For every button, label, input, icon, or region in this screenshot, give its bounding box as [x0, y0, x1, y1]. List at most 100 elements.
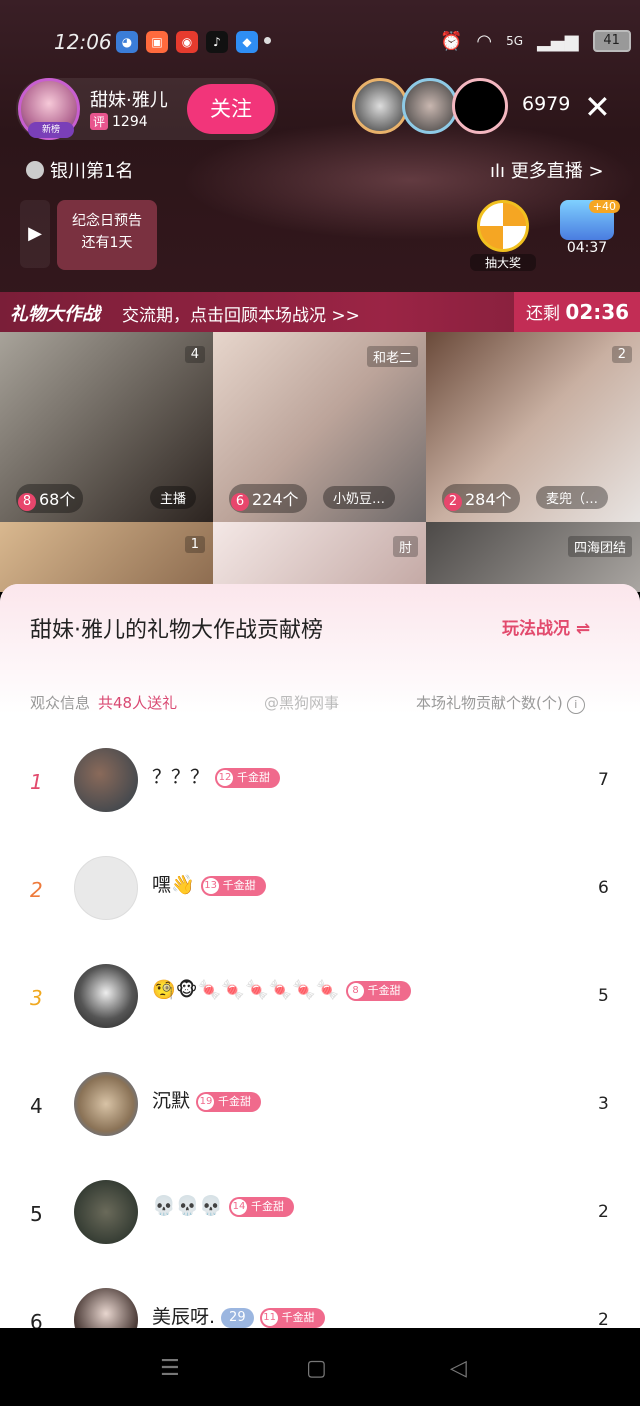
list-item[interactable]: 1 ？？？ 12 千金甜 7 [0, 748, 640, 838]
tile-count-value: 68个 [39, 490, 76, 509]
tile-role: 麦兜（… [536, 486, 609, 509]
row-name-line: 🧐🐵🍬🍬🍬🍬🍬🍬 8 千金甜 [152, 978, 411, 1001]
tile-label: 四海团结 [567, 536, 632, 557]
close-icon[interactable]: ✕ [584, 88, 611, 126]
anniversary-line1: 纪念日预告 [72, 213, 142, 229]
lottery-wheel-icon [477, 200, 529, 252]
list-item[interactable]: 4 沉默 19 千金甜 3 [0, 1072, 640, 1162]
co-host-tile[interactable]: 肘 [213, 522, 426, 592]
level-value: 1294 [112, 114, 148, 130]
app-icon: ◆ [236, 31, 258, 53]
avatar[interactable] [74, 748, 138, 812]
row-name: 💀💀💀 [152, 1195, 223, 1217]
row-name: 沉默 [152, 1090, 191, 1112]
anniversary-card[interactable]: 纪念日预告 还有1天 [57, 200, 157, 270]
row-rank: 2 [30, 878, 43, 902]
viewer-avatar[interactable] [452, 78, 508, 134]
fan-tag: 千金甜 [281, 1310, 315, 1324]
alarm-icon: ⏰ [440, 30, 463, 52]
viewer-avatar[interactable] [402, 78, 458, 134]
fan-level: 13 [202, 877, 219, 894]
contribution-panel: 甜妹·雅儿的礼物大作战贡献榜 玩法战况 ⇌ 观众信息 共48人送礼 @黑狗网事 本… [0, 584, 640, 1352]
contribution-header: 本场礼物贡献个数(个) i [416, 692, 585, 714]
tile-count-value: 284个 [465, 490, 512, 509]
row-name-line: 美辰呀. 29 11 千金甜 [152, 1302, 325, 1329]
avatar[interactable] [74, 1072, 138, 1136]
level-tag: 评 [90, 113, 109, 130]
row-rank: 4 [30, 1094, 43, 1118]
gift-timer[interactable]: +40 04:37 [552, 200, 622, 270]
weibo-icon: ◉ [176, 31, 198, 53]
row-rank: 1 [30, 770, 43, 794]
notification-icons: ◕ ▣ ◉ ♪ ◆ [116, 31, 258, 53]
row-name-line: 嘿👋 13 千金甜 [152, 870, 266, 897]
tiktok-icon: ♪ [206, 31, 228, 53]
list-item[interactable]: 2 嘿👋 13 千金甜 6 [0, 856, 640, 946]
tile-count-value: 224个 [252, 490, 299, 509]
tile-gift-count: 2 284个 [442, 484, 520, 513]
rules-button[interactable]: 玩法战况 ⇌ [502, 614, 590, 639]
top-viewers[interactable] [352, 78, 508, 134]
fan-tag: 千金甜 [218, 1094, 252, 1108]
timer-plus: +40 [588, 200, 620, 213]
list-item[interactable]: 3 🧐🐵🍬🍬🍬🍬🍬🍬 8 千金甜 5 [0, 964, 640, 1054]
shopping-icon: ▣ [146, 31, 168, 53]
follow-button[interactable]: 关注 [187, 84, 275, 134]
status-bar: 12:06 ◕ ▣ ◉ ♪ ◆ ⏰ ◠ 5G ▂▄▆ 41 [0, 22, 640, 62]
fan-level: 11 [261, 1309, 278, 1326]
chart-icon: ılı [490, 161, 511, 182]
rank-text: 银川第1名 [50, 161, 134, 182]
co-host-tile[interactable]: 4 8 68个 主播 [0, 332, 213, 522]
info-icon[interactable]: i [566, 696, 585, 714]
lottery-label: 抽大奖 [470, 254, 536, 271]
tile-label: 2 [611, 346, 632, 363]
gift-battle-banner[interactable]: 礼物大作战 交流期，点击回顾本场战况 >> 还剩 02:36 [0, 292, 640, 332]
fan-level: 12 [217, 769, 234, 786]
tile-gift-count: 6 224个 [229, 484, 307, 513]
fan-badge: 8 千金甜 [345, 980, 411, 1001]
avatar[interactable] [74, 856, 138, 920]
fan-tag: 千金甜 [222, 878, 256, 892]
countdown: 还剩 02:36 [514, 292, 640, 332]
countdown-value: 02:36 [565, 300, 630, 324]
co-host-tile[interactable]: 1 [0, 522, 213, 592]
row-value: 2 [598, 1202, 609, 1222]
back-icon[interactable]: ◁ [450, 1356, 467, 1381]
row-rank: 3 [30, 986, 43, 1010]
co-host-tile[interactable]: 2 2 284个 麦兜（… [426, 332, 640, 522]
battery-icon: 41 [592, 30, 631, 52]
play-icon[interactable]: ▶ [20, 200, 50, 268]
signal-icon: ▂▄▆ [537, 30, 579, 52]
tile-label: 1 [184, 536, 205, 553]
avatar[interactable] [74, 1180, 138, 1244]
co-host-tile[interactable]: 和老二 6 224个 小奶豆… [213, 332, 426, 522]
fan-level: 8 [347, 982, 364, 999]
more-live-label: 更多直播 > [510, 161, 604, 182]
fan-tag: 千金甜 [250, 1199, 284, 1213]
menu-icon[interactable]: ☰ [160, 1356, 180, 1381]
list-item[interactable]: 5 💀💀💀 14 千金甜 2 [0, 1180, 640, 1270]
countdown-label: 还剩 [526, 304, 560, 324]
tile-rank: 6 [231, 493, 249, 511]
co-host-tile[interactable]: 四海团结 [426, 522, 640, 592]
city-rank[interactable]: 银川第1名 [26, 157, 133, 183]
row-rank: 5 [30, 1202, 43, 1226]
watermark: @黑狗网事 [264, 694, 340, 712]
viewer-avatar[interactable] [352, 78, 408, 134]
system-nav-bar: ☰ ▢ ◁ [0, 1328, 640, 1406]
host-level: 评 1294 [90, 113, 148, 130]
row-value: 3 [598, 1094, 609, 1114]
more-notifications-dot [264, 37, 271, 44]
home-icon[interactable]: ▢ [306, 1356, 327, 1381]
banner-text: 交流期，点击回顾本场战况 >> [122, 306, 360, 326]
row-value: 2 [598, 1310, 609, 1330]
row-name: 嘿👋 [152, 874, 195, 896]
avatar[interactable] [74, 964, 138, 1028]
panel-title: 甜妹·雅儿的礼物大作战贡献榜 [30, 618, 323, 643]
more-live-link[interactable]: ılı 更多直播 > [490, 157, 604, 183]
lottery-button[interactable]: 抽大奖 [470, 200, 536, 271]
row-name: 🧐🐵🍬🍬🍬🍬🍬🍬 [152, 979, 340, 1001]
baidu-icon: ◕ [116, 31, 138, 53]
viewer-count[interactable]: 6979 [522, 93, 570, 115]
tile-role: 小奶豆… [323, 486, 396, 509]
